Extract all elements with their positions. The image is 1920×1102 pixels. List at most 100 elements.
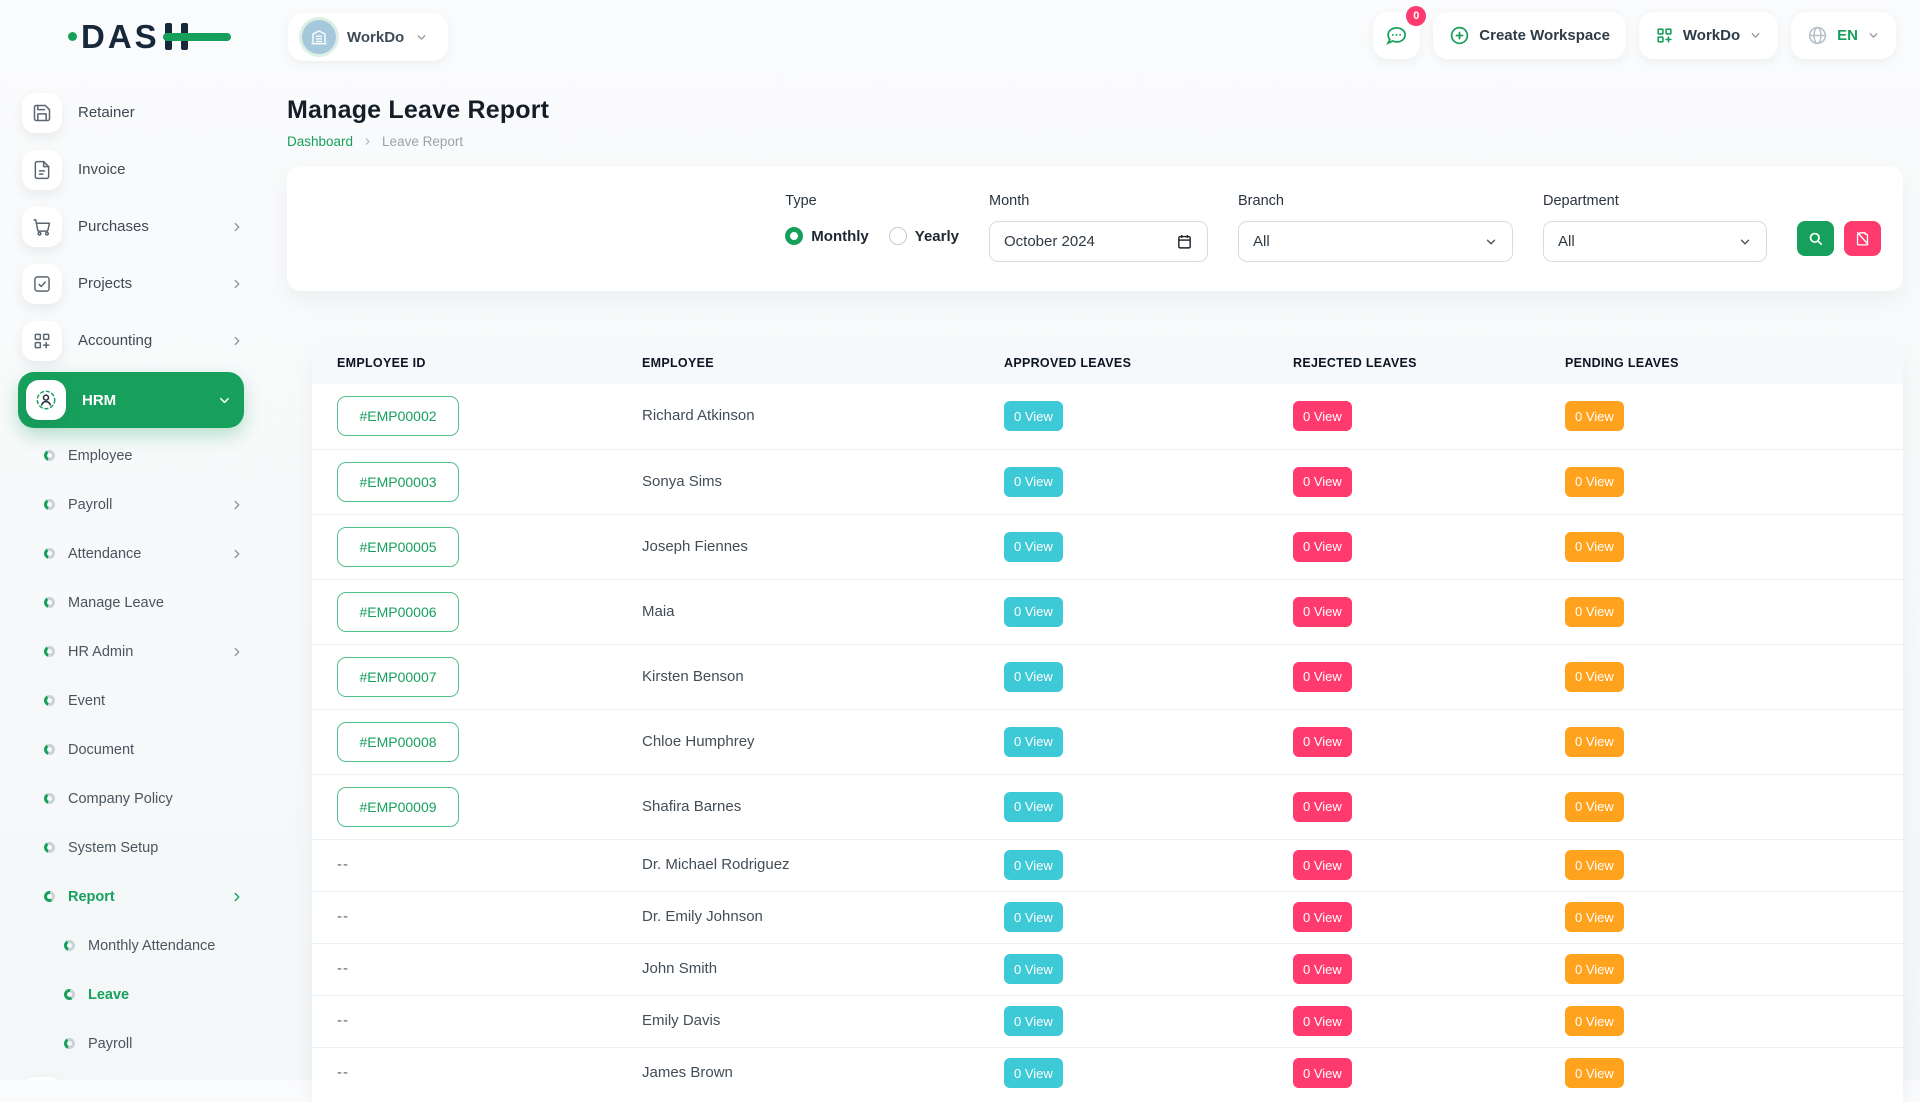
rejected-leaves-view-badge[interactable]: 0 View [1293,1006,1352,1036]
employee-id-button[interactable]: #EMP00007 [337,657,459,697]
sidebar-subitem-manage-leave[interactable]: Manage Leave [18,578,244,627]
pending-leaves-view-badge[interactable]: 0 View [1565,850,1624,880]
type-radio-yearly[interactable]: Yearly [889,227,959,245]
table-row: #EMP00006Maia0 View0 View0 View [312,579,1903,644]
pending-leaves-view-badge[interactable]: 0 View [1565,727,1624,757]
rejected-leaves-view-badge[interactable]: 0 View [1293,597,1352,627]
sidebar-item-hrm[interactable]: HRM [18,372,244,428]
pending-leaves-view-badge[interactable]: 0 View [1565,1006,1624,1036]
approved-leaves-view-badge[interactable]: 0 View [1004,662,1063,692]
rejected-leaves-view-badge[interactable]: 0 View [1293,727,1352,757]
department-select[interactable]: All [1543,221,1767,262]
sidebar-item-label: Retainer [78,104,135,121]
employee-id-button[interactable]: #EMP00002 [337,396,459,436]
search-button[interactable] [1797,221,1834,256]
rejected-leaves-view-badge[interactable]: 0 View [1293,1058,1352,1088]
employee-id-button[interactable]: #EMP00003 [337,462,459,502]
sidebar-subitem-company-policy[interactable]: Company Policy [18,774,244,823]
sidebar-subitem-employee[interactable]: Employee [18,431,244,480]
chevron-right-icon [230,334,244,348]
workspace-menu-button[interactable]: WorkDo [1639,12,1778,59]
sidebar-subitem-event[interactable]: Event [18,676,244,725]
employee-id-button[interactable]: #EMP00009 [337,787,459,827]
sidebar-subitem-payroll[interactable]: Payroll [18,1019,244,1068]
sidebar-item-invoice[interactable]: Invoice [18,141,244,198]
pending-leaves-view-badge[interactable]: 0 View [1565,532,1624,562]
accounting-icon [22,321,62,361]
sidebar-subitem-hr-admin[interactable]: HR Admin [18,627,244,676]
sidebar-item-label: Accounting [78,332,152,349]
rejected-leaves-view-badge[interactable]: 0 View [1293,532,1352,562]
app-logo[interactable]: DAS [68,20,231,53]
approved-leaves-view-badge[interactable]: 0 View [1004,902,1063,932]
sidebar-subitem-attendance[interactable]: Attendance [18,529,244,578]
approved-leaves-view-badge[interactable]: 0 View [1004,1006,1063,1036]
pending-leaves-view-badge[interactable]: 0 View [1565,467,1624,497]
approved-leaves-view-badge[interactable]: 0 View [1004,532,1063,562]
sidebar-item-pos[interactable]: POS [18,1068,244,1080]
type-filter-label: Type [785,193,959,210]
rejected-leaves-view-badge[interactable]: 0 View [1293,954,1352,984]
rejected-leaves-view-badge[interactable]: 0 View [1293,850,1352,880]
rejected-leaves-view-badge[interactable]: 0 View [1293,792,1352,822]
workspace-selector[interactable]: WorkDo [288,13,448,61]
table-row: --Dr. Michael Rodriguez0 View0 View0 Vie… [312,839,1903,891]
pending-leaves-view-badge[interactable]: 0 View [1565,1058,1624,1088]
branch-select[interactable]: All [1238,221,1513,262]
messages-button[interactable]: 0 [1373,12,1420,59]
approved-leaves-view-badge[interactable]: 0 View [1004,954,1063,984]
branch-filter-label: Branch [1238,193,1513,210]
radio-label: Yearly [915,228,959,245]
pending-leaves-view-badge[interactable]: 0 View [1565,902,1624,932]
approved-leaves-view-badge[interactable]: 0 View [1004,850,1063,880]
sidebar-item-label: Payroll [88,1036,132,1052]
employee-name: Chloe Humphrey [642,733,755,750]
pending-leaves-view-badge[interactable]: 0 View [1565,662,1624,692]
bullet-icon [44,450,55,461]
rejected-leaves-view-badge[interactable]: 0 View [1293,467,1352,497]
pending-leaves-view-badge[interactable]: 0 View [1565,792,1624,822]
sidebar-item-label: Attendance [68,546,141,562]
approved-leaves-view-badge[interactable]: 0 View [1004,597,1063,627]
type-radio-monthly[interactable]: Monthly [785,227,869,245]
rejected-leaves-view-badge[interactable]: 0 View [1293,401,1352,431]
employee-id-button[interactable]: #EMP00008 [337,722,459,762]
table-row: --James Brown0 View0 View0 View [312,1047,1903,1099]
sidebar-item-accounting[interactable]: Accounting [18,312,244,369]
month-input[interactable]: October 2024 [989,221,1208,262]
create-workspace-button[interactable]: Create Workspace [1433,12,1626,59]
approved-leaves-view-badge[interactable]: 0 View [1004,727,1063,757]
language-selector[interactable]: EN [1791,12,1896,59]
sidebar-subitem-document[interactable]: Document [18,725,244,774]
pending-leaves-view-badge[interactable]: 0 View [1565,597,1624,627]
chevron-right-icon [230,890,244,904]
rejected-leaves-view-badge[interactable]: 0 View [1293,902,1352,932]
workspace-menu-label: WorkDo [1683,27,1740,44]
approved-leaves-view-badge[interactable]: 0 View [1004,467,1063,497]
approved-leaves-view-badge[interactable]: 0 View [1004,1058,1063,1088]
pending-leaves-view-badge[interactable]: 0 View [1565,401,1624,431]
sidebar-item-retainer[interactable]: Retainer [18,84,244,141]
pending-leaves-view-badge[interactable]: 0 View [1565,954,1624,984]
employee-id-button[interactable]: #EMP00005 [337,527,459,567]
rejected-leaves-view-badge[interactable]: 0 View [1293,662,1352,692]
sidebar-subitem-monthly-attendance[interactable]: Monthly Attendance [18,921,244,970]
chevron-down-icon [1738,235,1752,249]
approved-leaves-view-badge[interactable]: 0 View [1004,401,1063,431]
sidebar-item-purchases[interactable]: Purchases [18,198,244,255]
employee-id-button[interactable]: #EMP00006 [337,592,459,632]
sidebar-subitem-leave[interactable]: Leave [18,970,244,1019]
breadcrumb-dashboard-link[interactable]: Dashboard [287,134,353,149]
employee-name: John Smith [642,960,717,977]
sidebar-subitem-system-setup[interactable]: System Setup [18,823,244,872]
sidebar-subitem-report[interactable]: Report [18,872,244,921]
employee-name: Dr. Emily Johnson [642,908,763,925]
sidebar-subitem-payroll[interactable]: Payroll [18,480,244,529]
radio-icon [785,227,803,245]
reset-filter-button[interactable] [1844,221,1881,256]
retainer-icon [22,93,62,133]
sidebar-item-projects[interactable]: Projects [18,255,244,312]
search-icon [1807,230,1824,247]
col-employee: EMPLOYEE [642,342,1004,384]
approved-leaves-view-badge[interactable]: 0 View [1004,792,1063,822]
